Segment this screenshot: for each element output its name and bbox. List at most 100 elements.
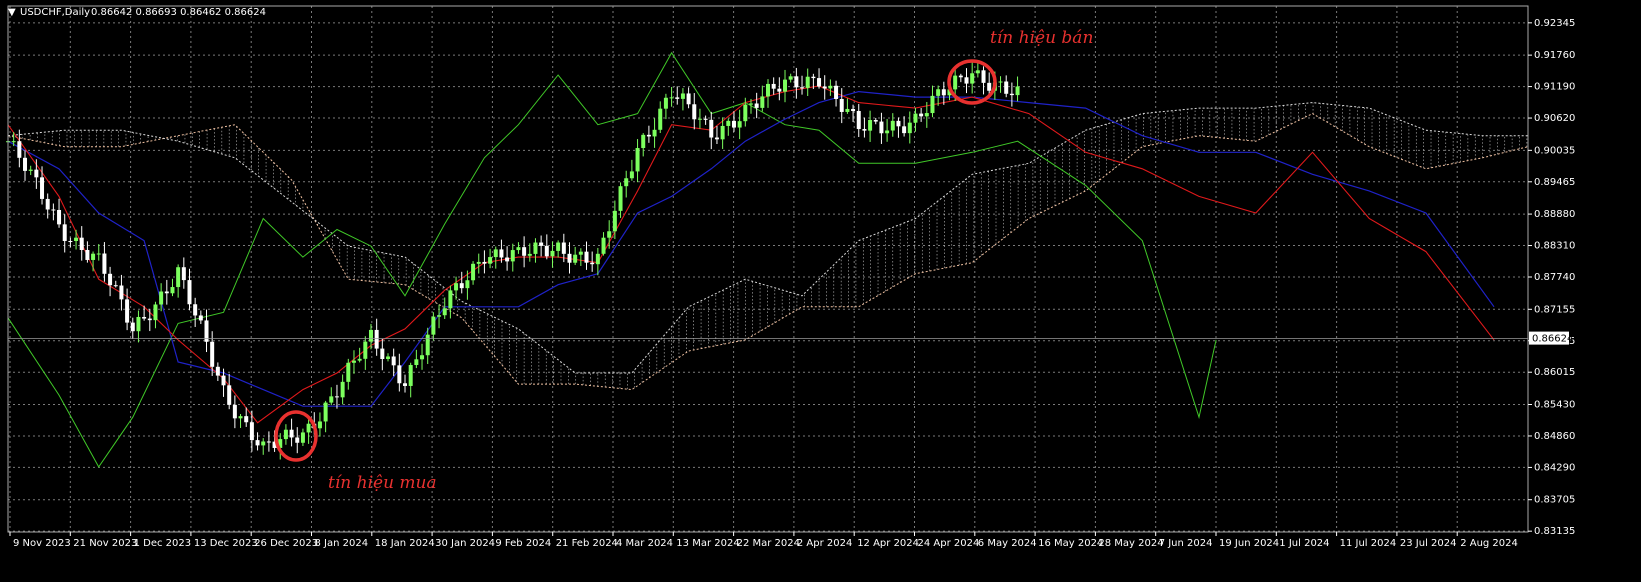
chart-window[interactable]: 0.92345 0.91760 0.91190 0.90620 0.90035 0.894… [0,0,1641,582]
candle-body [754,103,759,108]
candle-body [618,186,623,211]
candle-body [811,76,816,79]
candle-body [368,329,373,342]
candle-body [539,242,544,246]
candle-body [28,169,33,171]
candle-body [62,224,67,241]
candle-body [834,85,839,100]
candle-body [465,280,470,289]
candle-body [414,359,419,366]
x-tick-label: 1 Dec 2023 [134,538,192,549]
candle-body [669,97,674,99]
candle-body [40,177,45,199]
candle-body [232,404,237,419]
chart-background [0,0,1641,582]
candle-body [119,285,124,300]
candle-body [45,198,50,210]
candle-body [516,247,521,251]
x-tick-label: 11 Jul 2024 [1340,538,1397,549]
candle-body [51,209,56,211]
candle-body [505,257,510,262]
candle-body [777,88,782,92]
candle-body [805,76,810,88]
candle-body [675,97,680,99]
y-tick-label: 0.84290 [1534,462,1575,473]
candle-body [431,316,436,335]
candle-body [522,247,527,256]
candle-body [873,120,878,122]
candle-body [601,237,606,254]
candle-body [970,73,975,84]
candle-body [635,148,640,172]
candle-body [1009,93,1014,96]
candle-body [74,237,79,241]
ohlc-values: 0.86642 0.86693 0.86462 0.86624 [91,7,266,18]
candle-body [374,329,379,349]
candle-body [142,316,147,319]
candle-body [800,87,805,89]
candle-body [363,341,368,359]
y-tick-label: 0.91760 [1534,50,1575,61]
candle-body [981,70,986,83]
candle-body [590,262,595,265]
candle-body [159,291,164,305]
candle-body [79,237,84,250]
candle-body [68,240,73,242]
candle-body [975,70,980,74]
x-tick-label: 9 Feb 2024 [495,538,551,549]
candle-body [340,381,345,398]
candle-body [317,421,322,429]
x-tick-label: 26 Dec 2023 [254,538,318,549]
candle-body [998,81,1003,83]
candle-body [238,416,243,419]
candle-body [454,283,459,291]
y-tick-label: 0.87155 [1534,304,1575,315]
candle-body [91,253,96,260]
candle-body [420,355,425,360]
candle-body [1004,81,1009,94]
candle-body [391,356,396,366]
y-tick-label: 0.83705 [1534,495,1575,506]
x-tick-label: 7 Jun 2024 [1159,538,1213,549]
candle-body [493,249,498,258]
candle-body [125,299,130,323]
candle-body [760,96,765,108]
candle-body [663,97,668,109]
x-tick-label: 23 Jul 2024 [1400,538,1457,549]
candle-body [930,95,935,114]
candle-body [306,423,311,433]
x-tick-label: 13 Dec 2023 [194,538,258,549]
x-tick-label: 19 Jun 2024 [1219,538,1279,549]
candle-body [862,129,867,131]
x-tick-label: 12 Apr 2024 [857,538,919,549]
candle-body [907,122,912,134]
chart-header: ▼ USDCHF,Daily 0.86642 0.86693 0.86462 0… [8,7,266,18]
candle-body [573,254,578,263]
candle-body [442,308,447,316]
candle-body [595,253,600,265]
candle-body [289,429,294,438]
candle-body [890,120,895,131]
candle-body [266,441,271,443]
symbol-title: USDCHF,Daily [20,7,90,18]
candle-body [108,273,113,286]
candle-body [227,385,232,405]
candle-body [783,79,788,92]
x-tick-label: 13 Mar 2024 [676,538,739,549]
candle-body [964,77,969,84]
candle-body [584,251,589,263]
candle-body [221,375,226,386]
candle-body [11,141,16,143]
candle-body [953,75,958,90]
candle-body [329,396,334,403]
candle-body [357,358,362,361]
candle-body [731,120,736,128]
y-tick-label: 0.84860 [1534,431,1575,442]
y-tick-label: 0.86015 [1534,367,1575,378]
candle-body [380,348,385,360]
header-arrow[interactable]: ▼ [8,7,16,18]
ichimoku-chart[interactable]: 0.92345 0.91760 0.91190 0.90620 0.90035 0.894… [0,0,1641,582]
candle-body [624,178,629,187]
y-tick-label: 0.87740 [1534,272,1575,283]
candle-body [658,108,663,130]
